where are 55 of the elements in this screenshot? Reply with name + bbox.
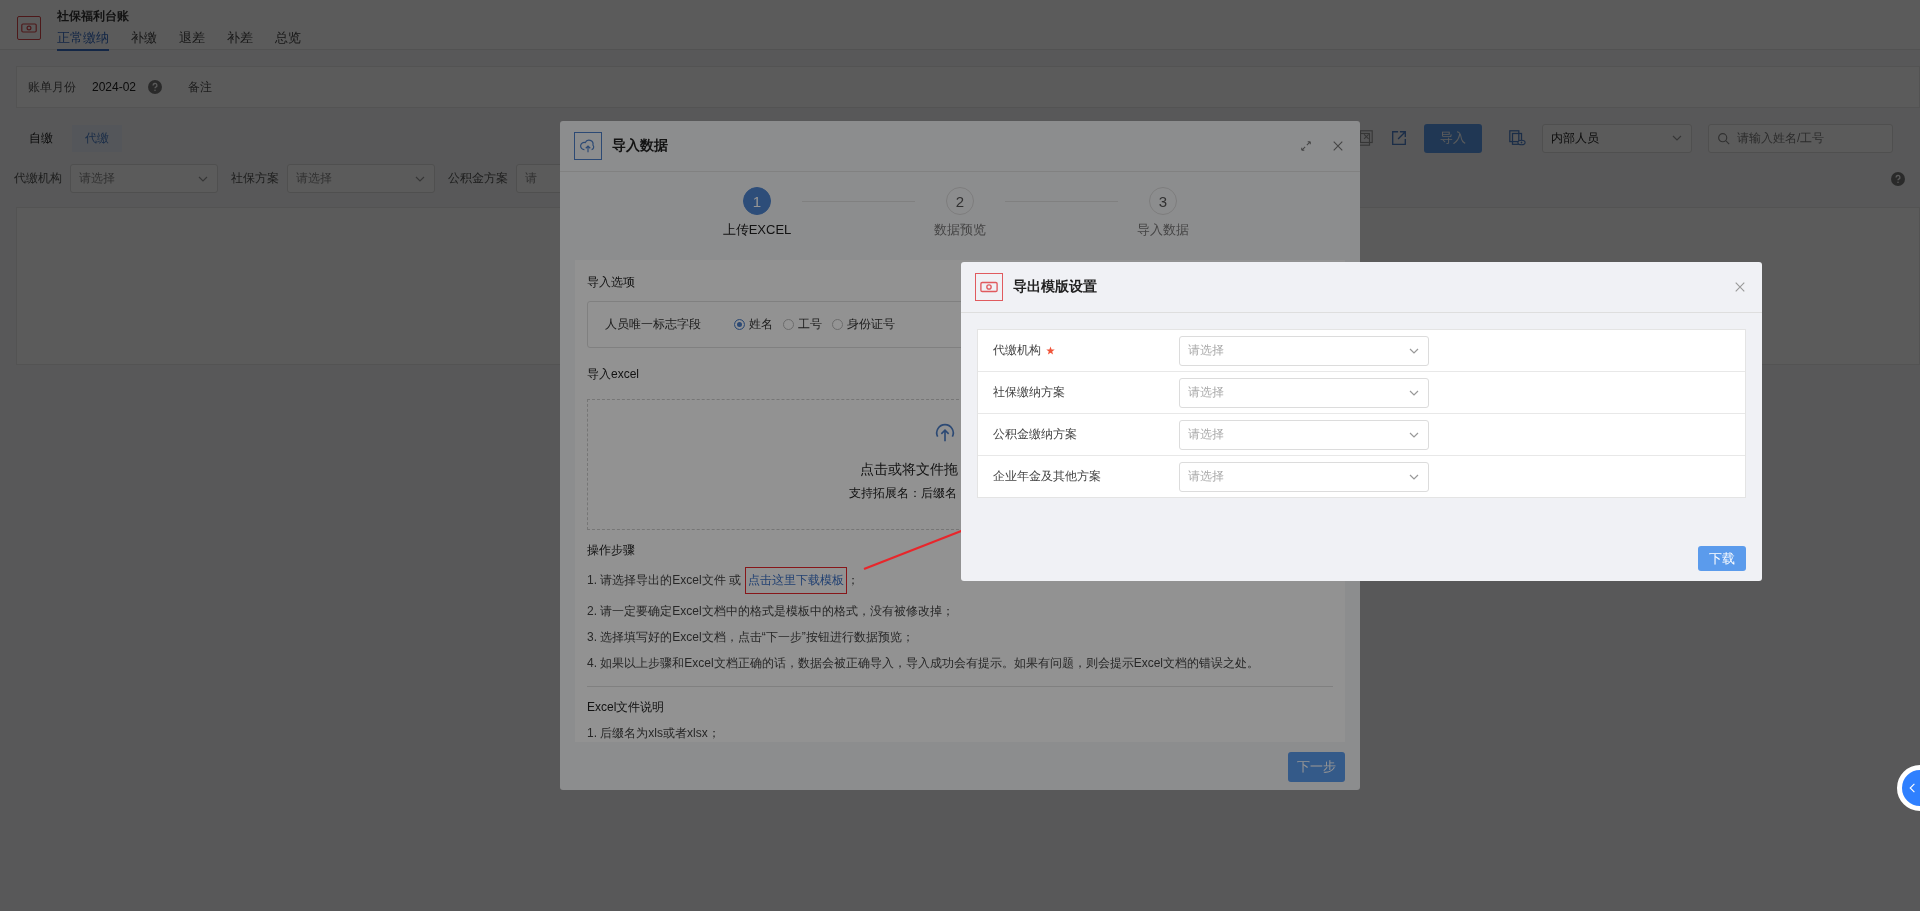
field-label: 人员唯一标志字段 [605, 315, 701, 333]
nav-tab[interactable]: 退差 [179, 29, 205, 51]
app-title: 社保福利台账 [57, 8, 130, 25]
upload-icon [934, 421, 956, 444]
step-label: 上传EXCEL [722, 221, 792, 239]
select-field[interactable]: 请选择 [1179, 419, 1429, 450]
radio-option[interactable]: 姓名 [734, 315, 773, 333]
download-button[interactable]: 下载 [1698, 546, 1746, 571]
field-label: 企业年金及其他方案 [993, 468, 1101, 485]
radio-option[interactable]: 工号 [783, 315, 822, 333]
select-field[interactable]: 请选择 [1179, 335, 1429, 366]
pay-type-tab[interactable]: 自缴 [16, 124, 66, 152]
instruction-step: 1. 请选择导出的Excel文件 或 [587, 572, 742, 589]
search-icon [1717, 131, 1730, 145]
select-field[interactable]: 请选择 [1179, 377, 1429, 408]
dialog-title: 导出模版设置 [1013, 278, 1098, 296]
instruction-step: 3. 选择填写好的Excel文档，点击“下一步”按钮进行数据预览； [587, 629, 914, 646]
file-note: 1. 后缀名为xls或者xlsx； [587, 725, 720, 742]
step-label: 导入数据 [1137, 221, 1189, 239]
nav-tab[interactable]: 正常缴纳 [57, 29, 109, 51]
close-icon[interactable] [1734, 281, 1746, 293]
field-label: 备注 [188, 78, 213, 96]
help-icon[interactable] [148, 80, 163, 94]
dialog-title: 导入数据 [612, 137, 669, 155]
nav-tab[interactable]: 补差 [227, 29, 253, 51]
expand-icon[interactable] [1300, 140, 1312, 152]
nav-tab[interactable]: 补缴 [131, 29, 157, 51]
select-field[interactable]: 请选择 [1179, 461, 1429, 492]
field-label: 社保缴纳方案 [993, 384, 1065, 401]
preview-icon[interactable] [1508, 129, 1526, 147]
step-label: 数据预览 [934, 221, 986, 239]
instruction-step: 2. 请一定要确定Excel文档中的格式是模板中的格式，没有被修改掉； [587, 603, 954, 620]
nav-tab[interactable]: 总览 [275, 29, 301, 51]
upload-text: 点击或将文件拖 [860, 460, 958, 479]
radio-option[interactable]: 身份证号 [832, 315, 895, 333]
section-title: 操作步骤 [587, 542, 635, 559]
instruction-step: ； [847, 572, 860, 589]
section-title: Excel文件说明 [587, 699, 665, 716]
instruction-step: 4. 如果以上步骤和Excel文档正确的话，数据会被正确导入，导入成功会有提示。如果有问题，则会提示Excel文档的错误之处。 [587, 655, 1260, 672]
banknote-icon [21, 22, 37, 34]
field-label: 账单月份 [28, 78, 76, 96]
required-icon [1046, 346, 1055, 355]
upload-icon [574, 132, 602, 160]
step-number: 1 [743, 187, 771, 215]
bill-month: 2024-02 [92, 80, 137, 94]
download-template-link[interactable]: 点击这里下载模板 [745, 567, 848, 594]
field-label: 公积金缴纳方案 [993, 426, 1077, 443]
upload-hint: 支持拓展名：后缀名 [849, 484, 957, 502]
help-icon[interactable] [1891, 171, 1905, 186]
export-icon[interactable] [1390, 129, 1408, 147]
close-icon[interactable] [1332, 140, 1344, 152]
section-title: 导入选项 [587, 274, 635, 291]
field-label: 代缴机构 [993, 342, 1041, 359]
person-type-select[interactable]: 内部人员 [1542, 123, 1692, 153]
section-title: 导入excel [587, 365, 639, 383]
